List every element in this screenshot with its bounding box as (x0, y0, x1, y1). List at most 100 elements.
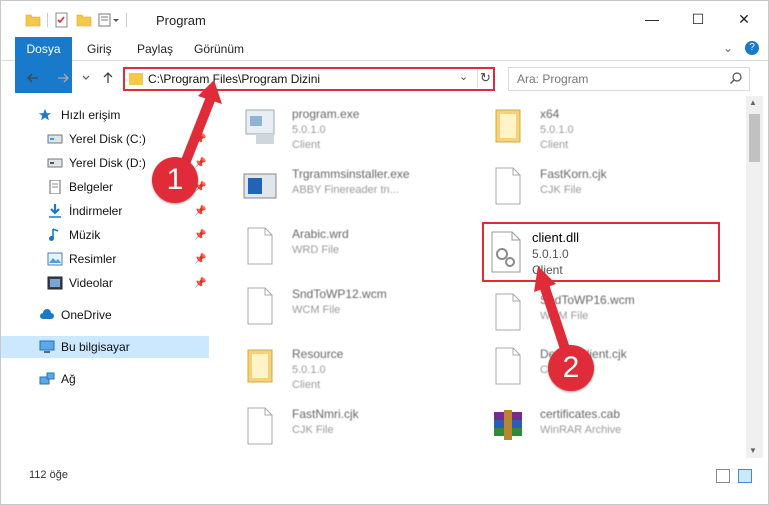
file-item-fastnmri[interactable]: FastNmri.cjk CJK File (234, 398, 474, 454)
details-view-icon[interactable] (716, 469, 730, 483)
dll-icon (491, 231, 521, 273)
folder-icon[interactable] (25, 12, 41, 28)
nav-item-this-pc[interactable]: Bu bilgisayar (1, 336, 209, 358)
nav-item-label: Hızlı erişim (61, 108, 121, 122)
file-type: WCM File (292, 304, 341, 316)
nav-item-quick-access[interactable]: Hızlı erişim (1, 104, 209, 126)
file-item-x64[interactable]: x64 5.0.1.0 Client (482, 98, 722, 154)
nav-item-videos[interactable]: Videolar 📌 (1, 272, 209, 294)
address-bar[interactable]: C:\Program Files\Program Dizini ⌄ ↻ (123, 67, 495, 91)
window-title: Program (156, 13, 206, 28)
file-name: x64 (540, 107, 560, 121)
network-icon (39, 372, 55, 385)
item-count: 112 öğe (29, 469, 68, 481)
quick-access-toolbar (25, 11, 133, 29)
pin-icon[interactable]: 📌 (194, 230, 206, 241)
file-item-client-dll[interactable]: client.dll 5.0.1.0 Client (482, 222, 720, 282)
up-button[interactable] (98, 67, 118, 89)
pin-icon[interactable]: 📌 (194, 206, 206, 217)
customize-icon[interactable] (98, 12, 120, 28)
status-bar: 112 öğe (1, 463, 768, 489)
nav-item-label: Belgeler (69, 180, 114, 194)
explorer-window: Program — ☐ ✕ Dosya Giriş Paylaş Görünüm… (0, 0, 769, 505)
maximize-button[interactable]: ☐ (675, 1, 721, 37)
address-path[interactable]: C:\Program Files\Program Dizini (148, 72, 320, 86)
file-item-fastkorn[interactable]: FastKorn.cjk CJK File (482, 158, 722, 214)
file-type: CJK File (540, 184, 582, 196)
step-1-badge: 1 (152, 157, 198, 203)
music-icon (49, 228, 59, 241)
file-icon (247, 227, 273, 265)
file-icon (495, 293, 521, 331)
file-icon (495, 167, 521, 205)
folder-icon (495, 109, 521, 143)
download-icon (49, 204, 61, 218)
forward-arrow-icon (58, 73, 69, 83)
nav-item-music[interactable]: Müzik 📌 (1, 224, 209, 246)
file-item-sndtowp16[interactable]: SndToWP16.wcm WCM File (482, 284, 722, 340)
chevron-down-icon (82, 75, 90, 80)
minimize-button[interactable]: — (629, 1, 675, 37)
computer-icon (39, 340, 55, 353)
file-description: Client (292, 139, 321, 151)
search-icon[interactable] (729, 71, 743, 85)
navigation-pane: Hızlı erişim Yerel Disk (C:) 📌 Yerel Dis… (1, 96, 211, 458)
drive-icon (47, 158, 63, 168)
properties-icon[interactable] (54, 12, 70, 28)
back-arrow-icon (27, 73, 38, 83)
scroll-thumb[interactable] (749, 114, 760, 162)
refresh-icon[interactable]: ↻ (477, 70, 493, 88)
back-button[interactable] (23, 67, 43, 89)
file-item-certificates[interactable]: certificates.cab WinRAR Archive (482, 398, 722, 454)
tab-home[interactable]: Giriş (87, 37, 112, 61)
forward-button[interactable] (53, 67, 73, 89)
nav-item-label: Videolar (69, 276, 113, 290)
file-name: FastNmri.cjk (292, 407, 359, 421)
nav-item-network[interactable]: Ağ (1, 368, 209, 390)
search-input[interactable]: Ara: Program (517, 72, 588, 86)
close-button[interactable]: ✕ (721, 1, 767, 37)
file-item-resource[interactable]: Resource 5.0.1.0 Client (234, 338, 474, 394)
file-item-program-exe[interactable]: program.exe 5.0.1.0 Client (234, 98, 474, 154)
tab-share[interactable]: Paylaş (137, 37, 173, 61)
scroll-up-icon[interactable]: ▲ (749, 98, 757, 107)
folder-icon (247, 349, 273, 383)
nav-item-label: Yerel Disk (C:) (69, 132, 146, 146)
installer-icon (243, 173, 277, 199)
file-type: WRD File (292, 244, 340, 256)
help-icon[interactable]: ? (745, 41, 759, 55)
file-item-arabic[interactable]: Arabic.wrd WRD File (234, 218, 474, 274)
file-item-defaultclient[interactable]: DefaultClient.cjk CJK File (482, 338, 722, 394)
file-version: 5.0.1.0 (292, 364, 326, 376)
pin-icon[interactable]: 📌 (194, 134, 206, 145)
pin-icon[interactable]: 📌 (194, 254, 206, 265)
nav-item-pictures[interactable]: Resimler 📌 (1, 248, 209, 270)
new-folder-icon[interactable] (76, 12, 92, 28)
file-version: 5.0.1.0 (540, 124, 574, 136)
file-name: client.dll (532, 230, 579, 245)
expand-ribbon-icon[interactable]: ⌄ (723, 41, 733, 55)
pin-icon[interactable]: 📌 (194, 158, 206, 169)
address-dropdown-icon[interactable]: ⌄ (459, 70, 468, 83)
nav-item-local-disk-c[interactable]: Yerel Disk (C:) 📌 (1, 128, 209, 150)
nav-item-label: İndirmeler (69, 204, 123, 218)
file-description: Client (540, 139, 569, 151)
file-type: ABBY Finereader tn... (292, 184, 399, 196)
nav-item-downloads[interactable]: İndirmeler 📌 (1, 200, 209, 222)
recent-locations-button[interactable] (79, 67, 93, 89)
tab-view[interactable]: Görünüm (194, 37, 244, 61)
file-item-installer[interactable]: Trgrammsinstaller.exe ABBY Finereader tn… (234, 158, 474, 214)
file-version: 5.0.1.0 (292, 124, 326, 136)
address-row: C:\Program Files\Program Dizini ⌄ ↻ Ara:… (1, 62, 768, 94)
nav-item-onedrive[interactable]: OneDrive (1, 304, 209, 326)
file-item-sndtowp12[interactable]: SndToWP12.wcm WCM File (234, 278, 474, 334)
pin-icon[interactable]: 📌 (194, 278, 206, 289)
up-arrow-icon (103, 72, 113, 83)
scroll-down-icon[interactable]: ▼ (749, 446, 757, 455)
vertical-scrollbar[interactable]: ▲ ▼ (746, 96, 763, 458)
search-box[interactable]: Ara: Program (508, 67, 750, 91)
file-description: Client (532, 263, 563, 277)
large-icons-view-icon[interactable] (738, 469, 752, 483)
pictures-icon (47, 252, 63, 266)
nav-item-label: Resimler (69, 252, 117, 266)
